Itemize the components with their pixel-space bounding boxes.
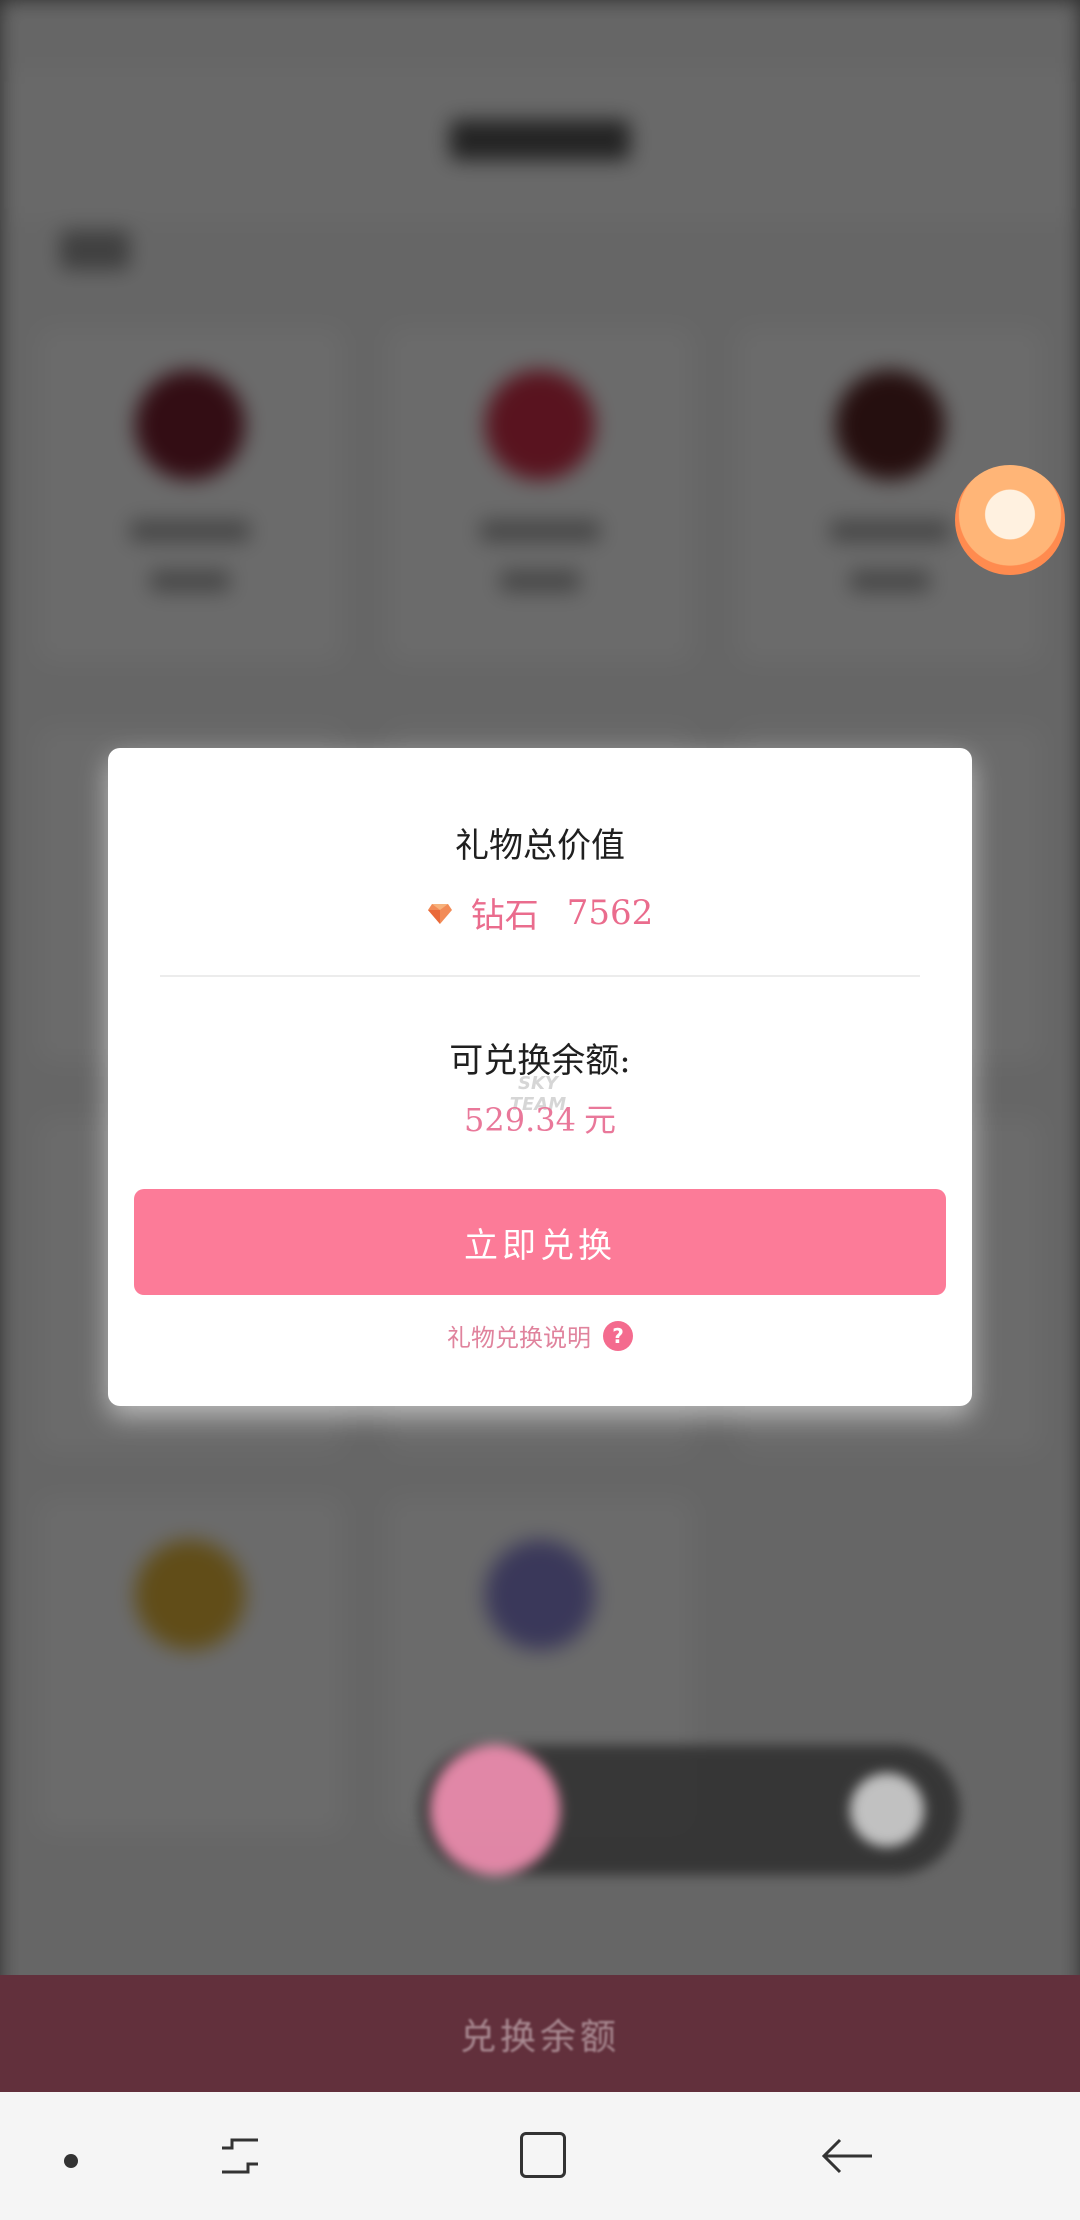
dialog-title: 礼物总价值 <box>455 826 625 866</box>
gift-exchange-dialog: 礼物总价值 钻石 7562 SKY TEAM 可兑换余额: 529.34 元 立即… <box>108 748 972 1406</box>
exchange-help-link[interactable]: 礼物兑换说明 ? <box>108 1318 972 1353</box>
balance-unit: 元 <box>583 1101 616 1139</box>
diamond-icon <box>427 903 452 924</box>
music-close-icon[interactable] <box>850 1773 924 1847</box>
exchange-balance-label: 兑换余额 <box>459 2017 620 2058</box>
music-disc <box>430 1745 560 1875</box>
question-circle-icon: ? <box>603 1320 633 1351</box>
floating-music-player[interactable] <box>420 1745 960 1875</box>
nav-dot-icon[interactable] <box>64 2154 78 2168</box>
home-icon[interactable] <box>520 2132 566 2178</box>
balance-label: 可兑换余额: <box>449 1041 631 1081</box>
diamond-total: 钻石 7562 <box>108 888 972 937</box>
floating-avatar[interactable] <box>955 465 1065 575</box>
system-nav-bar <box>0 2092 1080 2220</box>
diamond-label: 钻石 <box>470 896 539 936</box>
exchange-now-button[interactable]: 立即兑换 <box>134 1189 946 1295</box>
back-arrow-icon[interactable] <box>818 2134 878 2178</box>
divider <box>160 975 920 977</box>
balance-value: 529.34 元 <box>108 1095 972 1141</box>
help-text: 礼物兑换说明 <box>447 1324 591 1352</box>
balance-amount: 529.34 <box>464 1101 576 1139</box>
recents-icon[interactable] <box>218 2134 262 2178</box>
exchange-balance-bar[interactable]: 兑换余额 <box>0 1975 1080 2093</box>
diamond-value: 7562 <box>566 892 654 933</box>
